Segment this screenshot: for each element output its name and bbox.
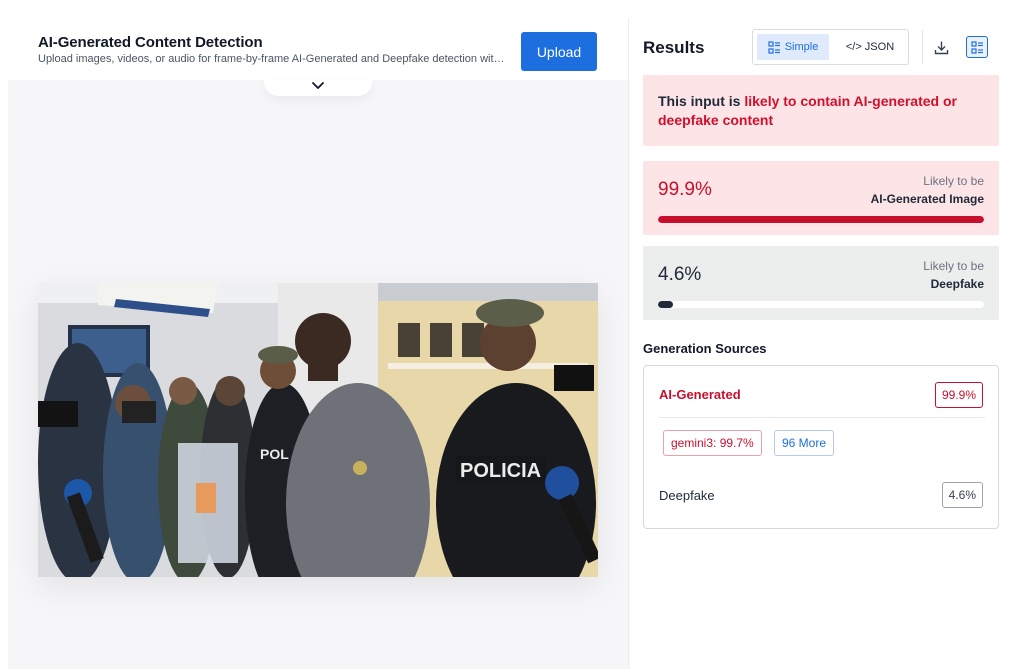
- list-view-button[interactable]: [966, 36, 988, 58]
- simple-view-button[interactable]: Simple: [757, 34, 829, 60]
- panel-divider: [628, 18, 629, 669]
- detector-subtitle: Upload images, videos, or audio for fram…: [38, 53, 510, 65]
- detector-panel: AI-Generated Content Detection Upload im…: [0, 0, 630, 669]
- download-button[interactable]: [930, 36, 952, 58]
- deepfake-source-label: Deepfake: [659, 488, 715, 503]
- uploaded-photo: POLICIA POL: [38, 283, 598, 577]
- generation-sources-box: AI-Generated 99.9% gemini3: 99.7% 96 Mor…: [643, 365, 999, 529]
- deepfake-label-top: Likely to be: [923, 259, 984, 273]
- deepfake-progress: [658, 301, 984, 308]
- deepfake-percent: 4.6%: [658, 264, 702, 285]
- simple-view-label: Simple: [784, 41, 819, 53]
- svg-text:POLICIA: POLICIA: [460, 460, 541, 482]
- ai-generated-card: 99.9% Likely to be AI-Generated Image: [643, 161, 999, 235]
- ai-generated-label: AI-Generated Image: [870, 192, 984, 206]
- more-models-button[interactable]: 96 More: [774, 430, 835, 456]
- simple-view-icon: [768, 40, 780, 54]
- detector-title: AI-Generated Content Detection: [38, 34, 263, 51]
- upload-button[interactable]: Upload: [521, 32, 597, 71]
- toolbar-separator: [922, 30, 923, 64]
- svg-text:POL: POL: [260, 446, 289, 462]
- view-toggle: Simple </> JSON: [752, 29, 909, 65]
- ai-generated-source-badge: 99.9%: [934, 382, 983, 408]
- deepfake-card: 4.6% Likely to be Deepfake: [643, 246, 999, 320]
- json-view-button[interactable]: </> JSON: [835, 34, 905, 60]
- list-view-icon: [970, 40, 983, 54]
- model-chip[interactable]: gemini3: 99.7%: [663, 430, 762, 456]
- deepfake-label: Deepfake: [930, 277, 984, 291]
- generation-sources-title: Generation Sources: [643, 341, 767, 356]
- ai-generated-percent: 99.9%: [658, 179, 712, 200]
- ai-generated-source-label: AI-Generated: [659, 387, 741, 402]
- app: AI-Generated Content Detection Upload im…: [0, 0, 1024, 669]
- collapse-header-toggle[interactable]: [264, 80, 372, 96]
- ai-generated-label-top: Likely to be: [923, 174, 984, 188]
- sources-divider: [659, 417, 985, 418]
- deepfake-source-badge: 4.6%: [941, 482, 983, 508]
- verdict-prefix: This input is: [658, 93, 745, 109]
- verdict-banner: This input is likely to contain AI-gener…: [643, 75, 999, 146]
- ai-generated-progress-fill: [658, 216, 984, 223]
- detector-header: AI-Generated Content Detection Upload im…: [0, 0, 630, 80]
- uploaded-image: POLICIA POL: [38, 283, 598, 577]
- results-title: Results: [643, 38, 705, 57]
- download-icon: [934, 41, 948, 54]
- results-panel: Results Simple </> JSON This input is li…: [630, 0, 1024, 669]
- ai-generated-progress: [658, 216, 984, 223]
- chevron-down-icon: [312, 82, 324, 89]
- deepfake-progress-fill: [658, 301, 673, 308]
- json-view-label: </> JSON: [845, 41, 895, 53]
